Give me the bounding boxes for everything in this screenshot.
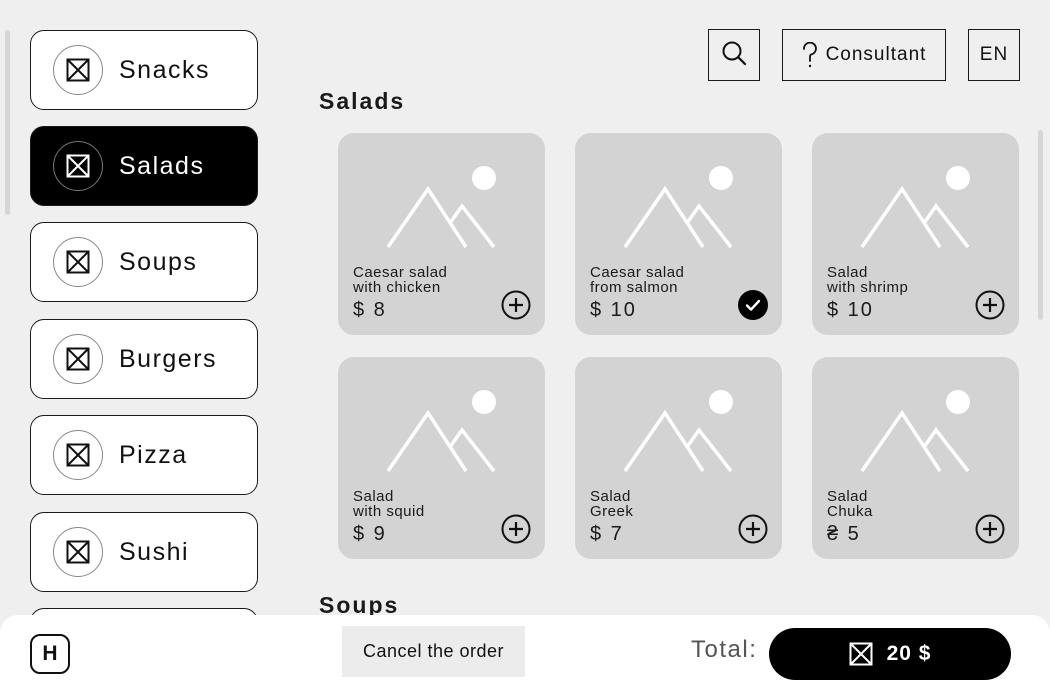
product-card[interactable]: Salad Greek $ 7 [575, 357, 782, 559]
language-button[interactable]: EN [968, 29, 1020, 81]
placeholder-icon [53, 334, 103, 384]
sidebar-item-pizza[interactable]: Pizza [30, 415, 258, 495]
product-price: $ 8 [353, 299, 387, 321]
consultant-button[interactable]: Consultant [782, 29, 946, 81]
product-price: $ 10 [590, 299, 637, 321]
sidebar-item-label: Burgers [119, 345, 218, 373]
product-card[interactable]: Salad with squid $ 9 [338, 357, 545, 559]
sidebar-item-label: Soups [119, 248, 198, 276]
product-card[interactable]: Salad Chuka ₴ 5 [812, 357, 1019, 559]
add-circle-icon[interactable] [975, 290, 1005, 320]
placeholder-icon [849, 642, 873, 666]
sidebar-item-label: Snacks [119, 56, 210, 84]
product-name: Caesar salad from salmon [590, 264, 685, 296]
consultant-label: Consultant [825, 44, 927, 65]
add-circle-icon[interactable] [501, 514, 531, 544]
question-icon [802, 42, 818, 68]
product-card[interactable]: Salad with shrimp $ 10 [812, 133, 1019, 335]
image-placeholder-icon [623, 390, 733, 473]
image-placeholder-icon [386, 390, 496, 473]
sidebar-item-soups[interactable]: Soups [30, 222, 258, 302]
content-scrollbar[interactable] [1038, 130, 1043, 320]
logo: H [30, 634, 70, 674]
product-price: $ 7 [590, 523, 624, 545]
checkout-button[interactable]: 20 $ [769, 628, 1011, 680]
sidebar-scrollbar[interactable] [5, 30, 10, 215]
product-price: $ 10 [827, 299, 874, 321]
product-name: Salad Greek [590, 488, 634, 520]
section-title-salads: Salads [319, 88, 406, 114]
placeholder-icon [53, 430, 103, 480]
image-placeholder-icon [860, 390, 970, 473]
product-card[interactable]: Caesar salad with chicken $ 8 [338, 133, 545, 335]
add-circle-icon[interactable] [501, 290, 531, 320]
total-label: Total: [691, 636, 758, 663]
sidebar-item-label: Pizza [119, 441, 188, 469]
placeholder-icon [53, 141, 103, 191]
sidebar-item-burgers[interactable]: Burgers [30, 319, 258, 399]
image-placeholder-icon [623, 166, 733, 249]
image-placeholder-icon [860, 166, 970, 249]
product-price: $ 9 [353, 523, 387, 545]
sidebar-item-snacks[interactable]: Snacks [30, 30, 258, 110]
product-name: Salad with shrimp [827, 264, 909, 296]
category-sidebar: Snacks Salads Soups Burgers Pizza Sushi [30, 30, 260, 615]
product-card[interactable]: Caesar salad from salmon $ 10 [575, 133, 782, 335]
placeholder-icon [53, 527, 103, 577]
placeholder-icon [53, 45, 103, 95]
search-button[interactable] [708, 29, 760, 81]
search-icon [721, 40, 747, 71]
sidebar-item-more[interactable] [30, 608, 258, 615]
sidebar-item-sushi[interactable]: Sushi [30, 512, 258, 592]
sidebar-item-label: Sushi [119, 538, 190, 566]
product-name: Salad Chuka [827, 488, 873, 520]
bottom-bar: H Cancel the order Total: 20 $ [0, 615, 1050, 689]
product-price: ₴ 5 [827, 523, 861, 545]
language-label: EN [979, 44, 1009, 65]
cancel-order-button[interactable]: Cancel the order [342, 626, 525, 677]
product-name: Caesar salad with chicken [353, 264, 448, 296]
add-circle-icon[interactable] [738, 514, 768, 544]
total-amount: 20 $ [886, 642, 932, 665]
sidebar-item-salads[interactable]: Salads [30, 126, 258, 206]
product-name: Salad with squid [353, 488, 425, 520]
add-circle-icon[interactable] [975, 514, 1005, 544]
check-circle-icon[interactable] [738, 290, 768, 320]
sidebar-item-label: Salads [119, 152, 205, 180]
image-placeholder-icon [386, 166, 496, 249]
placeholder-icon [53, 237, 103, 287]
